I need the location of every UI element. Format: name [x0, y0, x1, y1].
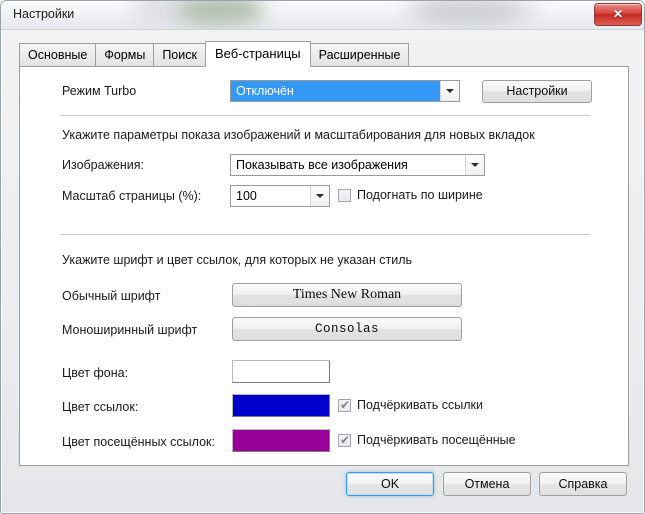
- tab-strip: Основные Формы Поиск Веб-страницы Расширенны…: [19, 41, 410, 67]
- page-scale-combobox[interactable]: 100: [230, 185, 330, 207]
- tab-rasshirennye[interactable]: Расширенные: [309, 43, 410, 67]
- page-scale-label: Масштаб страницы (%):: [62, 189, 202, 203]
- settings-dialog: Настройки ✕ Основные Формы Поиск Веб-страни…: [0, 0, 645, 514]
- check-icon: ✔: [340, 433, 351, 447]
- help-button[interactable]: Справка: [539, 472, 627, 496]
- normal-font-label: Обычный шрифт: [62, 289, 161, 303]
- tab-poisk[interactable]: Поиск: [153, 43, 206, 67]
- underline-visited-label: Подчёркивать посещённые: [357, 433, 516, 447]
- settings-panel: Режим Turbo Отключён Настройки Укажите п…: [19, 66, 629, 466]
- window-title: Настройки: [13, 7, 75, 21]
- images-section-text: Укажите параметры показа изображений и м…: [62, 128, 535, 142]
- background-color-label: Цвет фона:: [62, 366, 129, 380]
- mono-font-button[interactable]: Consolas: [232, 317, 462, 341]
- checkbox-box: ✔: [338, 398, 351, 412]
- tab-formy[interactable]: Формы: [95, 43, 155, 67]
- turbo-settings-button[interactable]: Настройки: [482, 80, 592, 103]
- fit-to-width-label: Подогнать по ширине: [357, 188, 483, 202]
- ok-button[interactable]: OK: [346, 472, 434, 496]
- normal-font-button[interactable]: Times New Roman: [232, 283, 462, 307]
- page-scale-value: 100: [236, 189, 257, 203]
- chevron-down-icon[interactable]: [310, 186, 329, 206]
- tab-osnovnye[interactable]: Основные: [19, 43, 97, 67]
- underline-links-label: Подчёркивать ссылки: [357, 398, 483, 412]
- images-label: Изображения:: [62, 158, 145, 172]
- background-color-swatch[interactable]: [232, 360, 330, 383]
- title-bar: Настройки ✕: [1, 1, 644, 30]
- chevron-down-icon[interactable]: [465, 155, 484, 175]
- fonts-section-text: Укажите шрифт и цвет ссылок, для которых…: [62, 253, 412, 267]
- checkbox-box: [338, 189, 351, 202]
- images-combobox[interactable]: Показывать все изображения: [230, 154, 485, 176]
- images-value: Показывать все изображения: [236, 158, 408, 172]
- close-icon: ✕: [612, 7, 624, 21]
- glass-backdrop-blur: [179, 1, 265, 23]
- separator-1: [60, 115, 590, 116]
- turbo-mode-combobox[interactable]: Отключён: [230, 80, 460, 102]
- turbo-mode-label: Режим Turbo: [62, 84, 137, 98]
- glass-backdrop-blur: [133, 1, 253, 23]
- separator-2: [60, 234, 590, 235]
- link-color-swatch[interactable]: [232, 394, 330, 417]
- cancel-button[interactable]: Отмена: [443, 472, 531, 496]
- checkbox-box: ✔: [338, 433, 351, 447]
- glass-backdrop-blur: [405, 1, 537, 21]
- close-button[interactable]: ✕: [594, 3, 642, 26]
- visited-color-swatch[interactable]: [232, 429, 330, 452]
- visited-color-label: Цвет посещённых ссылок:: [62, 435, 215, 449]
- mono-font-label: Моноширинный шрифт: [62, 323, 198, 337]
- chevron-down-icon[interactable]: [440, 81, 459, 101]
- turbo-mode-value: Отключён: [231, 81, 440, 101]
- check-icon: ✔: [340, 398, 351, 412]
- tab-veb-stranicy[interactable]: Веб-страницы: [204, 41, 311, 67]
- link-color-label: Цвет ссылок:: [62, 400, 139, 414]
- glass-backdrop-blur: [419, 3, 515, 18]
